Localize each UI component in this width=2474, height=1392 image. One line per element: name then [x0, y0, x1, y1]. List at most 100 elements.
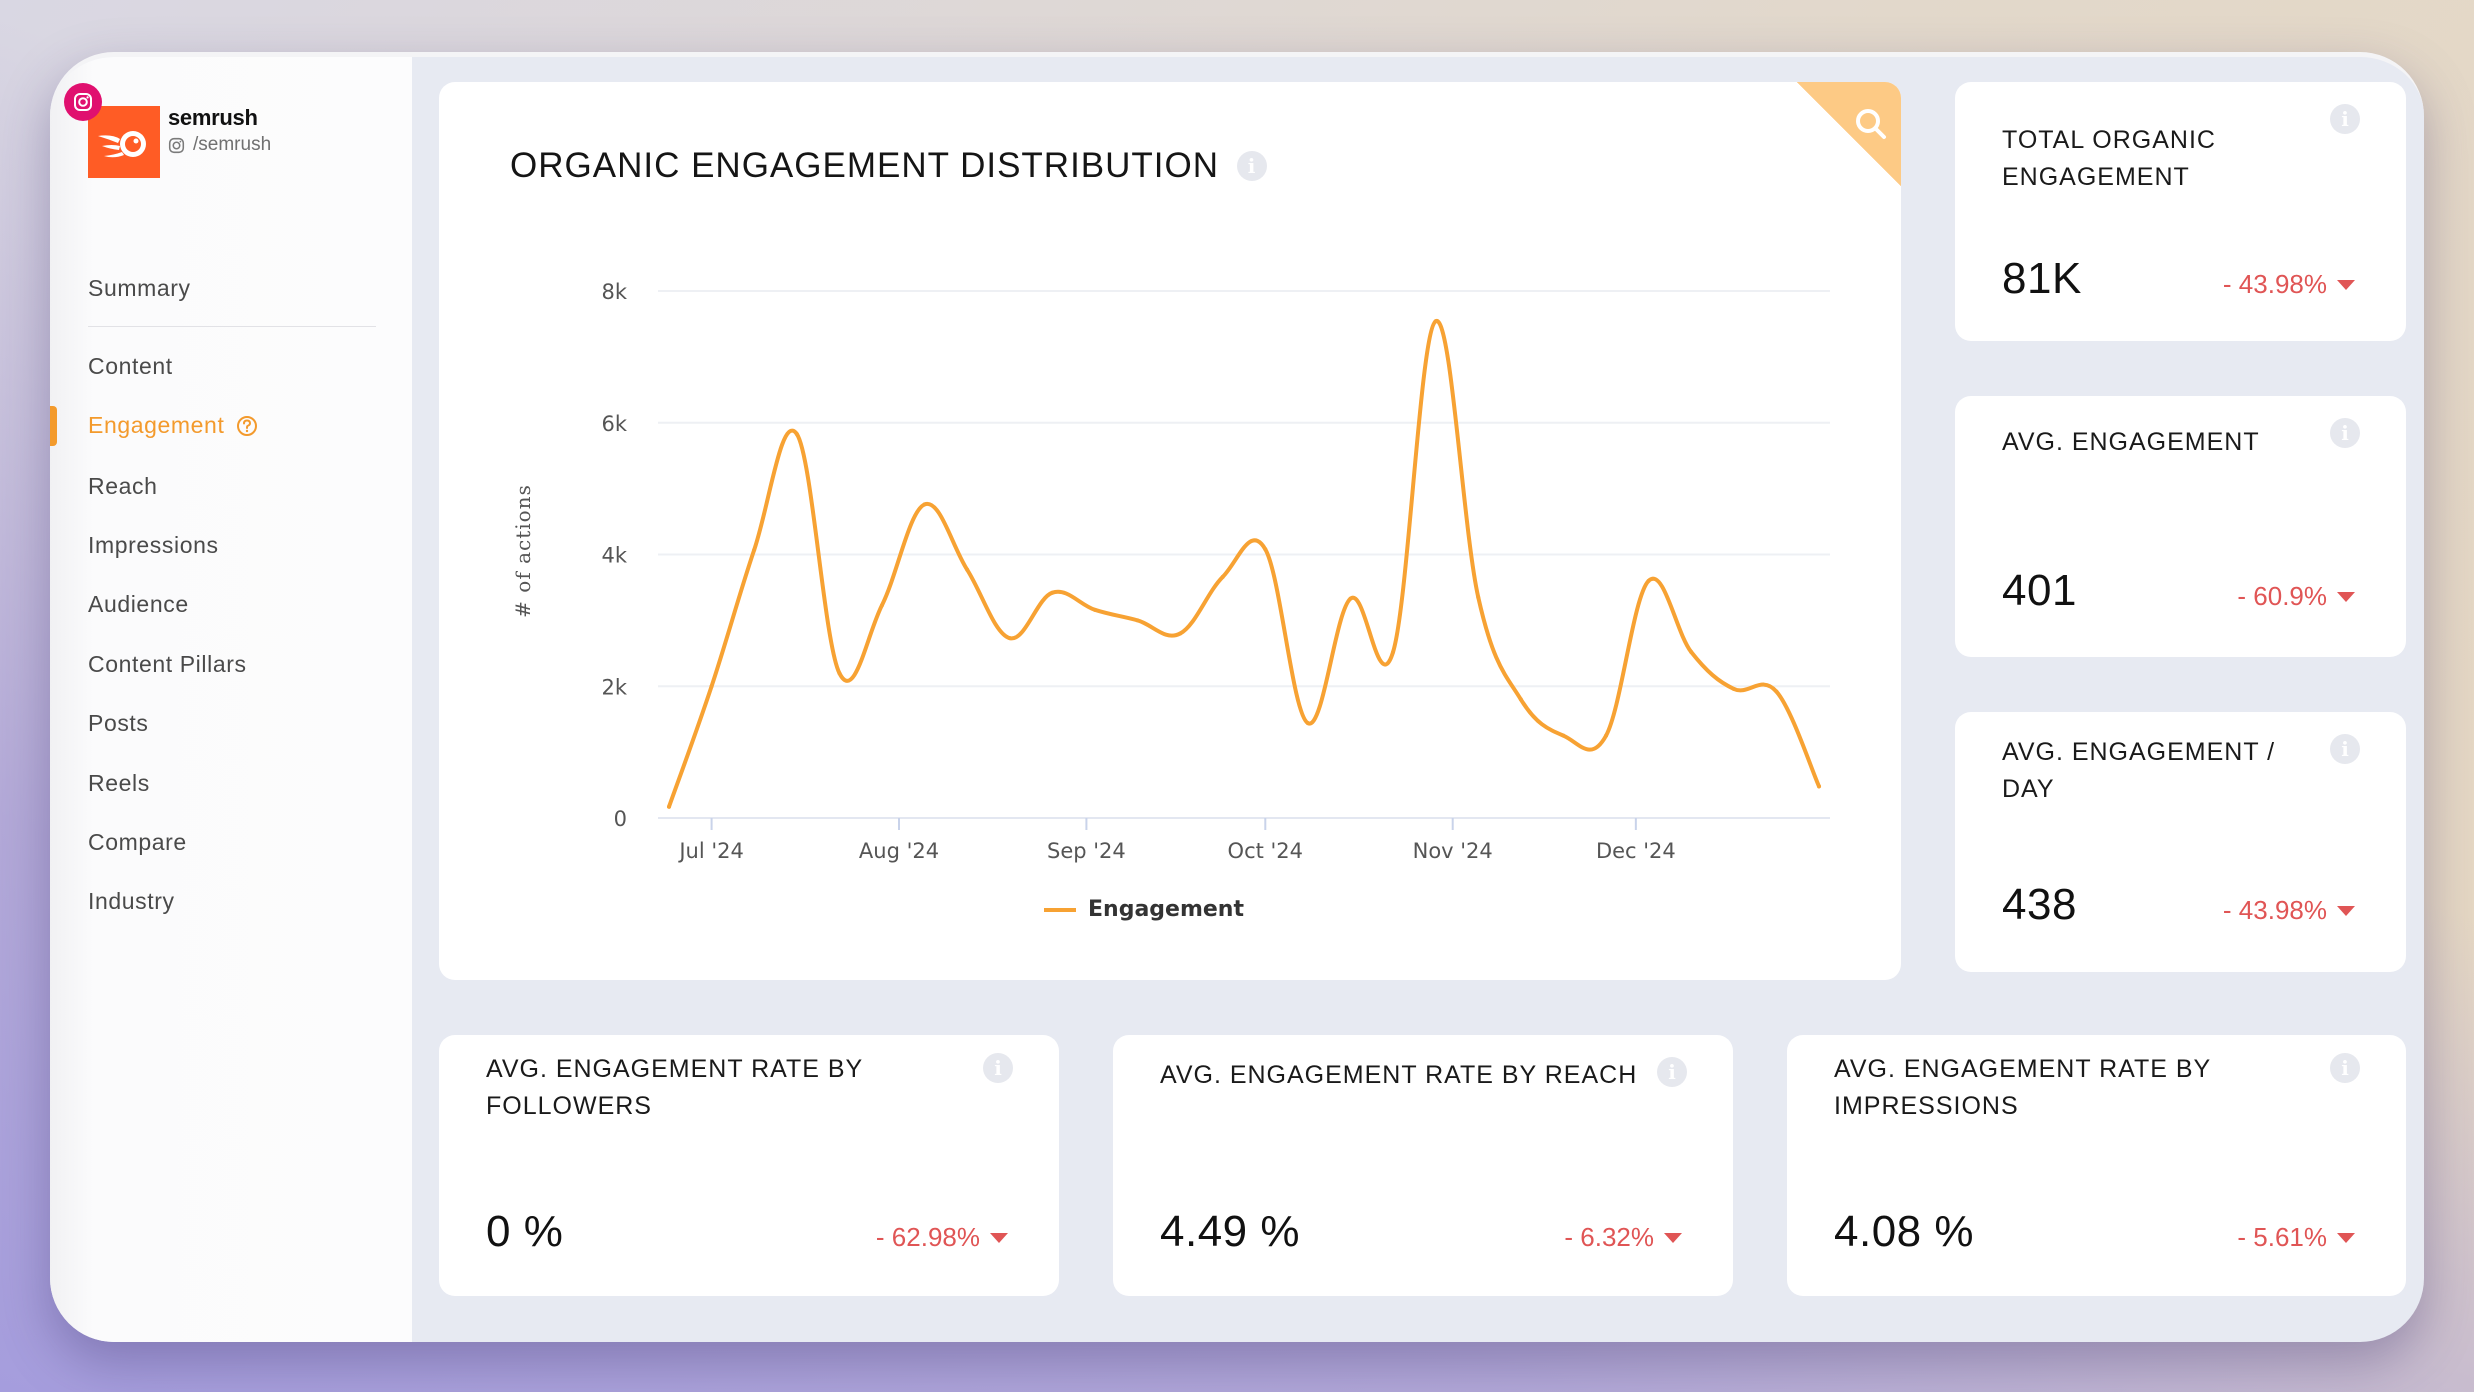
- stat-card-avg-engagement: AVG. ENGAGEMENT i 401 - 60.9%: [1955, 396, 2406, 657]
- data-point[interactable]: [1433, 319, 1438, 324]
- data-point[interactable]: [1050, 590, 1055, 595]
- data-point[interactable]: [794, 431, 799, 436]
- sidebar-item-compare[interactable]: Compare: [88, 829, 187, 856]
- data-point[interactable]: [922, 502, 927, 507]
- info-icon[interactable]: i: [2330, 104, 2360, 134]
- stat-change-text: - 43.98%: [2222, 269, 2327, 299]
- sidebar-item-label: Posts: [88, 710, 149, 736]
- question-circle-icon[interactable]: [236, 415, 258, 437]
- sidebar-item-engagement[interactable]: Engagement: [88, 412, 258, 439]
- data-point[interactable]: [879, 603, 884, 608]
- y-axis-ticks: 0 2k 4k 6k 8k: [601, 280, 627, 831]
- stat-title: AVG. ENGAGEMENT RATE BY IMPRESSIONS: [1834, 1055, 2211, 1120]
- data-point[interactable]: [1817, 784, 1821, 789]
- stat-card-engagement-rate-impressions: AVG. ENGAGEMENT RATE BY IMPRESSIONS i 4.…: [1787, 1035, 2406, 1296]
- data-point[interactable]: [1391, 649, 1396, 654]
- stat-change-text: - 6.32%: [1564, 1222, 1654, 1252]
- stat-change: - 43.98%: [2223, 895, 2355, 926]
- stat-change-text: - 62.98%: [875, 1222, 980, 1252]
- active-indicator: [50, 406, 57, 446]
- stat-change: - 62.98%: [876, 1222, 1008, 1253]
- y-tick-label: 0: [614, 807, 627, 831]
- stat-value: 4.49 %: [1160, 1207, 1300, 1256]
- sidebar-item-industry[interactable]: Industry: [88, 888, 175, 915]
- sidebar-item-label: Reels: [88, 770, 150, 796]
- app-window: semrush /semrush Summary Content Engagem…: [50, 52, 2424, 1342]
- data-point[interactable]: [1263, 547, 1268, 552]
- instagram-badge-icon: [64, 83, 102, 121]
- sidebar-item-label: Engagement: [88, 412, 225, 438]
- data-point[interactable]: [965, 567, 970, 572]
- info-icon[interactable]: i: [983, 1053, 1013, 1083]
- profile-handle[interactable]: /semrush: [168, 134, 271, 156]
- sidebar-item-label: Impressions: [88, 532, 219, 558]
- data-point[interactable]: [1476, 595, 1481, 600]
- data-point[interactable]: [1689, 649, 1694, 654]
- stat-value: 401: [2002, 566, 2077, 615]
- instagram-icon: [168, 137, 185, 153]
- data-point[interactable]: [1305, 721, 1310, 726]
- data-point[interactable]: [1348, 596, 1353, 601]
- stat-change: - 6.32%: [1564, 1222, 1682, 1253]
- info-icon[interactable]: i: [2330, 734, 2360, 764]
- y-tick-label: 8k: [601, 280, 627, 304]
- data-point[interactable]: [1092, 607, 1097, 612]
- sidebar-item-impressions[interactable]: Impressions: [88, 532, 219, 559]
- sidebar-item-label: Summary: [88, 275, 191, 301]
- data-point[interactable]: [1220, 574, 1225, 579]
- data-point[interactable]: [667, 804, 671, 809]
- stat-change: - 5.61%: [2237, 1222, 2355, 1253]
- stat-title: TOTAL ORGANIC ENGAGEMENT: [2002, 126, 2216, 191]
- stat-title: AVG. ENGAGEMENT / DAY: [2002, 738, 2276, 803]
- sidebar-item-reels[interactable]: Reels: [88, 770, 150, 797]
- data-point[interactable]: [1518, 697, 1523, 702]
- x-tick-label: Sep '24: [1047, 839, 1126, 863]
- info-icon[interactable]: i: [2330, 1053, 2360, 1083]
- stat-title: AVG. ENGAGEMENT: [2002, 428, 2260, 456]
- stat-title: AVG. ENGAGEMENT RATE BY FOLLOWERS: [486, 1055, 863, 1120]
- sidebar-item-label: Audience: [88, 591, 189, 617]
- caret-down-icon: [2337, 905, 2355, 916]
- stat-title: AVG. ENGAGEMENT RATE BY REACH: [1160, 1061, 1638, 1089]
- data-point[interactable]: [1604, 733, 1609, 738]
- profile-name: semrush: [168, 105, 258, 130]
- data-point[interactable]: [752, 547, 757, 552]
- sidebar-item-reach[interactable]: Reach: [88, 473, 157, 500]
- y-tick-label: 2k: [601, 675, 627, 699]
- sidebar-item-audience[interactable]: Audience: [88, 591, 189, 618]
- sidebar-item-label: Content Pillars: [88, 651, 247, 677]
- sidebar-item-content[interactable]: Content: [88, 353, 173, 380]
- sidebar: semrush /semrush Summary Content Engagem…: [50, 57, 412, 1342]
- sidebar-item-content-pillars[interactable]: Content Pillars: [88, 651, 247, 678]
- sidebar-item-label: Content: [88, 353, 173, 379]
- series-line-engagement[interactable]: [667, 319, 1821, 809]
- x-axis-ticks: Jul '24 Aug '24 Sep '24 Oct '24 Nov '24 Dec '…: [677, 818, 1676, 863]
- info-icon[interactable]: i: [2330, 418, 2360, 448]
- engagement-distribution-card: ORGANIC ENGAGEMENT DISTRIBUTION i 0 2k 4k 6…: [439, 82, 1901, 980]
- profile-handle-text: /semrush: [193, 134, 272, 155]
- info-icon[interactable]: i: [1657, 1057, 1687, 1087]
- data-point[interactable]: [709, 684, 714, 689]
- data-point[interactable]: [837, 671, 842, 676]
- data-point[interactable]: [1561, 733, 1566, 738]
- caret-down-icon: [990, 1232, 1008, 1243]
- data-point[interactable]: [1135, 618, 1140, 623]
- caret-down-icon: [2337, 1232, 2355, 1243]
- stat-value: 438: [2002, 880, 2077, 929]
- sidebar-item-posts[interactable]: Posts: [88, 710, 149, 737]
- semrush-comet-icon: [98, 131, 146, 158]
- data-point[interactable]: [1007, 636, 1012, 641]
- stat-change: - 43.98%: [2223, 269, 2355, 300]
- sidebar-item-label: Reach: [88, 473, 158, 499]
- data-point[interactable]: [1774, 689, 1779, 694]
- chart-legend[interactable]: Engagement: [1044, 897, 1244, 922]
- sidebar-item-summary[interactable]: Summary: [88, 275, 191, 302]
- data-points: [667, 319, 1821, 809]
- nav-divider: [88, 326, 376, 327]
- y-tick-label: 4k: [601, 544, 627, 568]
- caret-down-icon: [2337, 279, 2355, 290]
- data-point[interactable]: [1646, 578, 1651, 583]
- data-point[interactable]: [1178, 631, 1183, 636]
- data-point[interactable]: [1731, 686, 1736, 691]
- sidebar-item-label: Compare: [88, 829, 187, 855]
